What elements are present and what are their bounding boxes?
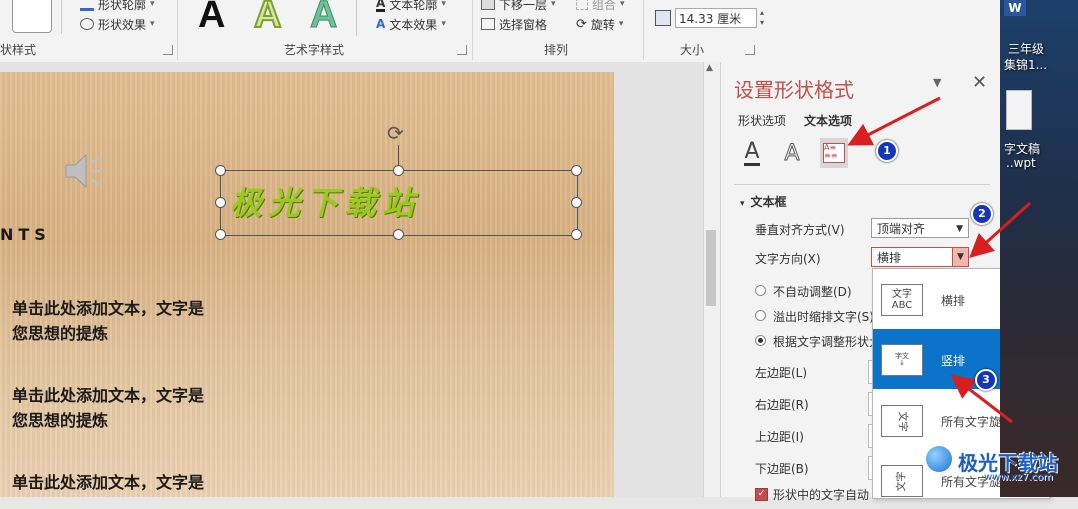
annotation-badge-3: 3 xyxy=(975,369,997,391)
annotation-badge-1: 1 xyxy=(876,140,898,162)
arrow-1 xyxy=(847,96,941,146)
annotation-badge-2: 2 xyxy=(971,203,993,225)
watermark-url: www.xz7.com xyxy=(984,472,1053,483)
watermark-logo-icon xyxy=(926,446,952,472)
annotation-arrows xyxy=(847,96,1032,424)
